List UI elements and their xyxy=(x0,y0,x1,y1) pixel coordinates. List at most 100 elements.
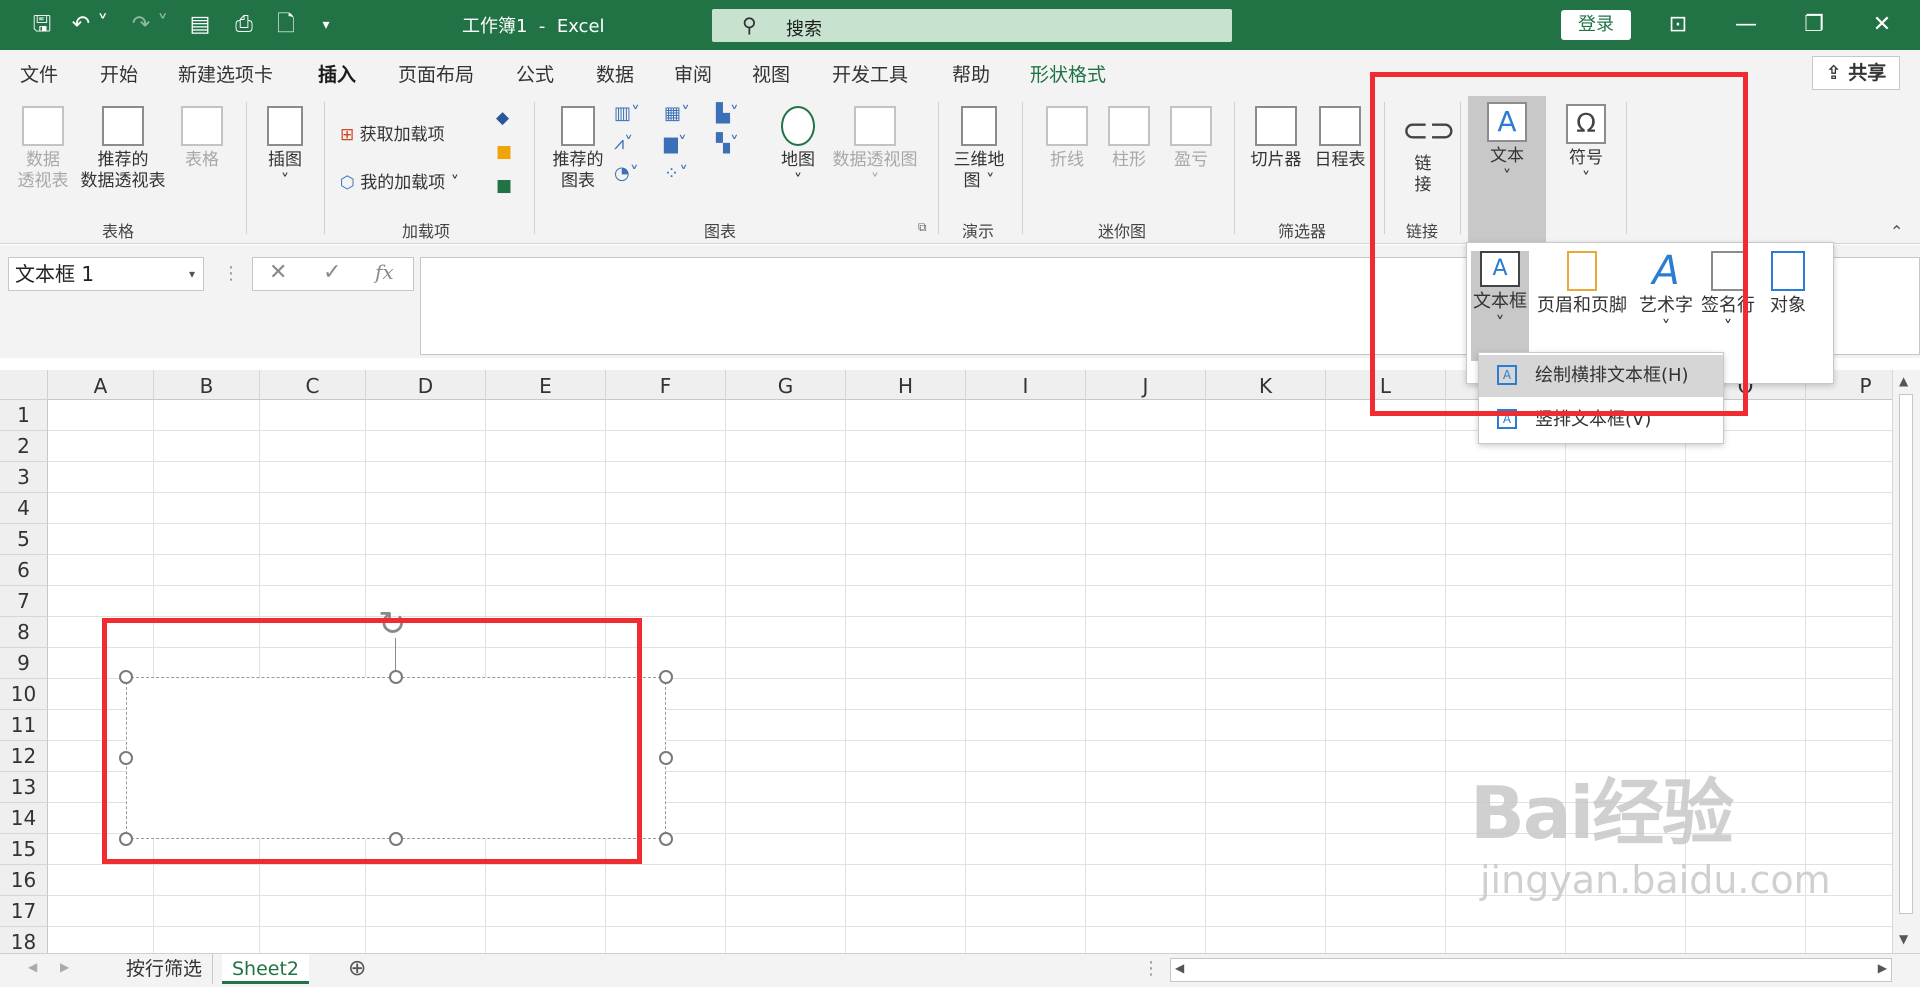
row-header[interactable]: 10 xyxy=(0,679,48,710)
form-icon[interactable]: ▤ xyxy=(184,10,216,40)
row-header[interactable]: 11 xyxy=(0,710,48,741)
waterfall-chart-icon[interactable]: ▙˅ xyxy=(716,102,744,126)
row-header[interactable]: 17 xyxy=(0,896,48,927)
search-box[interactable]: ⚲ 搜索 xyxy=(712,9,1232,42)
login-button[interactable]: 登录 xyxy=(1561,10,1631,40)
tab-developer[interactable]: 开发工具 xyxy=(832,60,908,87)
close-icon[interactable]: ✕ xyxy=(1862,10,1902,40)
redo-icon[interactable]: ↷ ˅ xyxy=(130,10,170,40)
column-header[interactable]: A xyxy=(48,370,154,400)
tab-file[interactable]: 文件 xyxy=(20,60,58,87)
tab-help[interactable]: 帮助 xyxy=(952,60,990,87)
add-sheet-icon[interactable]: ⊕ xyxy=(348,956,366,981)
row-header[interactable]: 18 xyxy=(0,927,48,953)
get-addins-button[interactable]: ⊞ 获取加载项 xyxy=(340,120,445,145)
dialog-launcher-icon[interactable]: ⧉ xyxy=(918,220,927,235)
column-header[interactable]: D xyxy=(366,370,486,400)
row-header[interactable]: 13 xyxy=(0,772,48,803)
next-sheet-icon[interactable]: ▶ xyxy=(60,960,69,974)
tab-view[interactable]: 视图 xyxy=(752,60,790,87)
tab-home[interactable]: 开始 xyxy=(100,60,138,87)
slicer-button[interactable]: 切片器 xyxy=(1244,106,1308,171)
row-header[interactable]: 12 xyxy=(0,741,48,772)
maps-button[interactable]: 地图 ˅ xyxy=(772,106,824,192)
column-header[interactable]: I xyxy=(966,370,1086,400)
row-header[interactable]: 3 xyxy=(0,462,48,493)
document-icon[interactable]: 🗋 xyxy=(270,10,302,40)
object-option[interactable]: 对象 xyxy=(1761,251,1815,317)
resize-handle[interactable] xyxy=(659,751,673,765)
pivottable-button[interactable]: 数据 透视表 xyxy=(12,106,74,192)
visio-icon[interactable]: ◆ xyxy=(496,108,509,128)
tab-new[interactable]: 新建选项卡 xyxy=(178,60,273,87)
row-header[interactable]: 6 xyxy=(0,555,48,586)
illustrations-button[interactable]: 插图 ˅ xyxy=(258,106,312,192)
row-header[interactable]: 8 xyxy=(0,617,48,648)
scatter-chart-icon[interactable]: ⁘˅ xyxy=(664,162,692,186)
column-header[interactable]: H xyxy=(846,370,966,400)
sheet-tab-active[interactable]: Sheet2 xyxy=(222,954,310,984)
column-header[interactable]: F xyxy=(606,370,726,400)
name-box[interactable]: 文本框 1 ▾ xyxy=(8,257,204,291)
column-header[interactable]: K xyxy=(1206,370,1326,400)
people-graph-icon[interactable]: ■ xyxy=(496,176,512,196)
minimize-icon[interactable]: — xyxy=(1726,10,1766,40)
collapse-ribbon-icon[interactable]: ⌃ xyxy=(1890,222,1903,241)
row-header[interactable]: 9 xyxy=(0,648,48,679)
tab-page-layout[interactable]: 页面布局 xyxy=(398,60,474,87)
resize-handle[interactable] xyxy=(659,832,673,846)
sparkline-line-button[interactable]: 折线 xyxy=(1040,106,1094,171)
row-header[interactable]: 4 xyxy=(0,493,48,524)
column-header[interactable]: B xyxy=(154,370,260,400)
tab-insert[interactable]: 插入 xyxy=(318,60,357,95)
scroll-up-icon[interactable]: ▲ xyxy=(1899,374,1908,388)
pivotchart-button[interactable]: 数据透视图 ˅ xyxy=(826,106,924,192)
line-chart-icon[interactable]: ⩘˅ xyxy=(614,132,642,156)
tab-formulas[interactable]: 公式 xyxy=(516,60,554,87)
row-header[interactable]: 16 xyxy=(0,865,48,896)
restore-icon[interactable]: ❐ xyxy=(1794,10,1834,40)
prev-sheet-icon[interactable]: ◀ xyxy=(28,960,37,974)
column-header[interactable]: C xyxy=(260,370,366,400)
scroll-down-icon[interactable]: ▼ xyxy=(1899,932,1908,946)
vertical-scrollbar[interactable]: ▲ ▼ xyxy=(1892,370,1920,953)
enter-icon[interactable]: ✓ xyxy=(323,260,341,285)
hierarchy-chart-icon[interactable]: ▦˅ xyxy=(664,102,692,126)
timeline-button[interactable]: 日程表 xyxy=(1308,106,1372,171)
3d-map-button[interactable]: 三维地 图 ˅ xyxy=(948,106,1010,192)
row-header[interactable]: 14 xyxy=(0,803,48,834)
pie-chart-icon[interactable]: ◔˅ xyxy=(614,162,642,186)
resize-handle[interactable] xyxy=(659,670,673,684)
save-icon[interactable]: 🖫 xyxy=(26,10,58,40)
share-button[interactable]: ⇪ 共享 xyxy=(1812,56,1900,90)
ribbon-display-icon[interactable]: ⊡ xyxy=(1658,10,1698,40)
scroll-thumb[interactable] xyxy=(1899,394,1913,914)
undo-icon[interactable]: ↶ ˅ xyxy=(70,10,110,40)
tab-data[interactable]: 数据 xyxy=(596,60,634,87)
chevron-down-icon[interactable]: ▾ xyxy=(189,258,195,290)
row-header[interactable]: 5 xyxy=(0,524,48,555)
row-header[interactable]: 15 xyxy=(0,834,48,865)
column-chart-icon[interactable]: ▥˅ xyxy=(614,102,642,126)
table-button[interactable]: 表格 xyxy=(172,106,232,171)
sparkline-winloss-button[interactable]: 盈亏 xyxy=(1164,106,1218,171)
select-all-corner[interactable] xyxy=(0,370,48,400)
row-header[interactable]: 2 xyxy=(0,431,48,462)
bing-icon[interactable]: ■ xyxy=(496,142,512,162)
statistic-chart-icon[interactable]: ▆˅ xyxy=(664,132,692,156)
horizontal-scrollbar[interactable]: ◀ ▶ xyxy=(1170,958,1892,982)
column-header[interactable]: J xyxy=(1086,370,1206,400)
insert-function-icon[interactable]: fx xyxy=(375,260,394,284)
sheet-tab[interactable]: 按行筛选 xyxy=(116,954,214,984)
row-header[interactable]: 7 xyxy=(0,586,48,617)
recommended-pivottable-button[interactable]: 推荐的 数据透视表 xyxy=(76,106,170,192)
scroll-right-icon[interactable]: ▶ xyxy=(1878,961,1887,975)
sparkline-column-button[interactable]: 柱形 xyxy=(1102,106,1156,171)
column-header[interactable]: E xyxy=(486,370,606,400)
my-addins-button[interactable]: ⬡ 我的加载项 ˅ xyxy=(340,168,459,193)
tab-review[interactable]: 审阅 xyxy=(674,60,712,87)
print-preview-icon[interactable]: ⎙ xyxy=(228,10,260,40)
combo-chart-icon[interactable]: ▚˅ xyxy=(716,132,744,156)
scroll-left-icon[interactable]: ◀ xyxy=(1175,961,1184,975)
tab-shape-format[interactable]: 形状格式 xyxy=(1030,60,1106,87)
